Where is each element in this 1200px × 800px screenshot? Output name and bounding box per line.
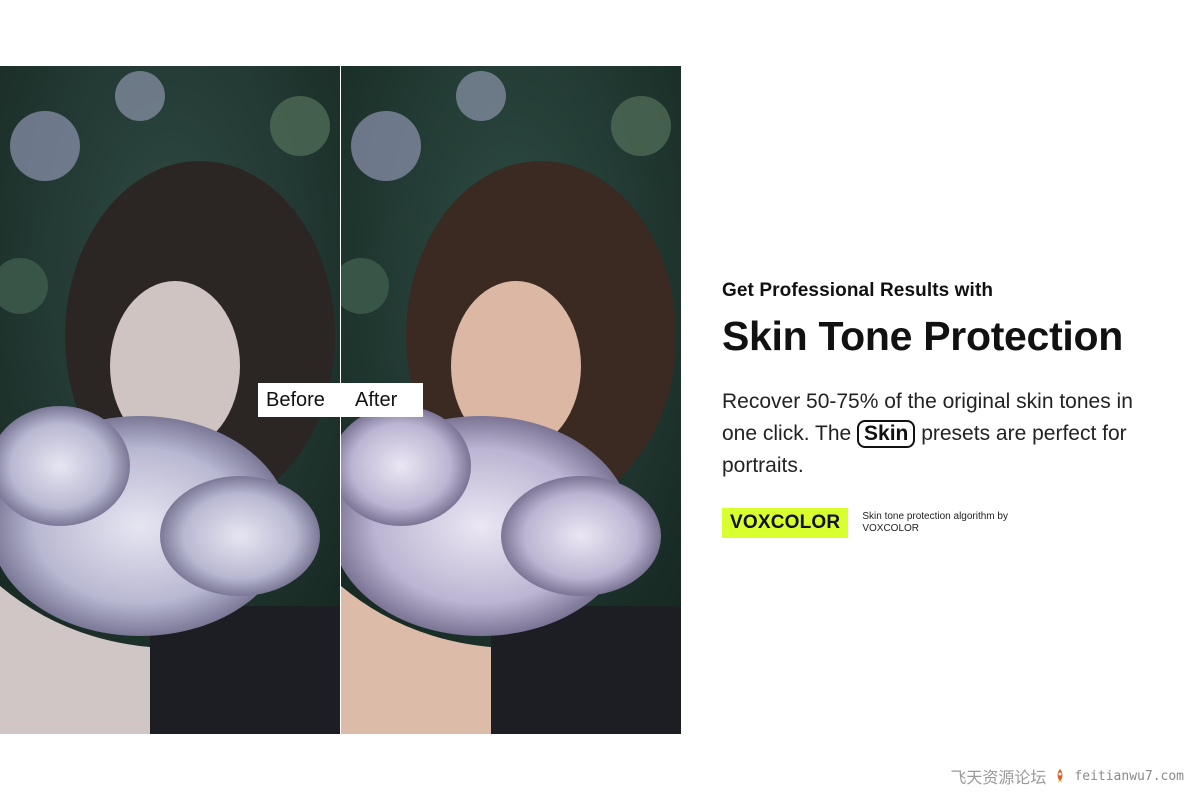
body-text: Recover 50-75% of the original skin tone… — [722, 386, 1162, 482]
headline: Skin Tone Protection — [722, 313, 1123, 359]
brand-row: VOXCOLOR Skin tone protection algorithm … — [722, 508, 1162, 538]
promo-copy: Get Professional Results with Skin Tone … — [722, 280, 1162, 538]
after-label: After — [341, 383, 423, 417]
site-watermark: 飞天资源论坛 feitianwu7.com — [950, 764, 1184, 788]
skin-preset-pill: Skin — [857, 420, 916, 448]
before-label: Before — [258, 383, 340, 417]
brand-note: Skin tone protection algorithm by VOXCOL… — [862, 511, 1008, 534]
eyebrow-text: Get Professional Results with — [722, 280, 994, 301]
voxcolor-badge: VOXCOLOR — [722, 508, 849, 538]
watermark-site-name: 飞天资源论坛 — [950, 770, 1047, 787]
watermark-url: feitianwu7.com — [1074, 768, 1184, 784]
rocket-icon — [1058, 769, 1063, 783]
